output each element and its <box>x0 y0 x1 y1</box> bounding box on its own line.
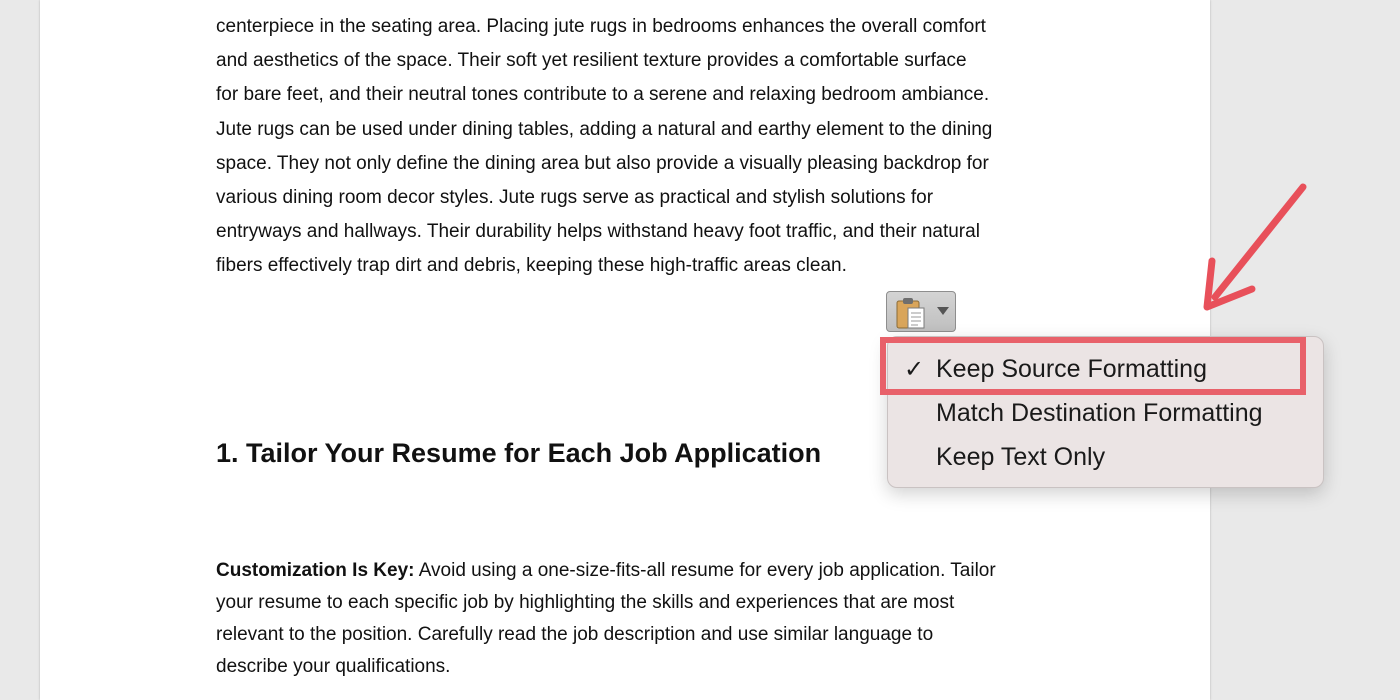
menu-item-label: Match Destination Formatting <box>936 399 1263 427</box>
clipboard-icon <box>896 298 925 329</box>
menu-item-keep-source-formatting[interactable]: ✓ Keep Source Formatting <box>888 349 1323 389</box>
menu-item-keep-text-only[interactable]: Keep Text Only <box>888 437 1323 477</box>
text-run: Avoid using a one-size-fits-all resume f… <box>414 560 996 581</box>
text-line: and aesthetics of the space. Their soft … <box>216 50 967 72</box>
menu-item-match-destination-formatting[interactable]: Match Destination Formatting <box>888 393 1323 433</box>
paste-options-menu: ✓ Keep Source Formatting Match Destinati… <box>887 336 1324 488</box>
menu-item-label: Keep Source Formatting <box>936 355 1207 383</box>
paragraph-customization: Customization Is Key: Avoid using a one-… <box>216 555 1056 683</box>
section-heading: 1. Tailor Your Resume for Each Job Appli… <box>216 438 822 468</box>
checkmark-icon: ✓ <box>904 356 925 383</box>
text-line: various dining room decor styles. Jute r… <box>216 186 934 208</box>
text-line: fibers effectively trap dirt and debris,… <box>216 255 847 277</box>
text-line: your resume to each specific job by high… <box>216 592 955 613</box>
bold-lead-text: Customization Is Key: <box>216 560 415 581</box>
text-line: centerpiece in the seating area. Placing… <box>216 16 986 37</box>
text-line: space. They not only define the dining a… <box>216 152 989 174</box>
text-line: Jute rugs can be used under dining table… <box>216 118 993 140</box>
text-line: relevant to the position. Carefully read… <box>216 624 934 645</box>
text-line: for bare feet, and their neutral tones c… <box>216 84 990 106</box>
menu-item-label: Keep Text Only <box>936 443 1106 471</box>
chevron-down-icon <box>937 307 949 315</box>
paragraph-jute-rugs: centerpiece in the seating area. Placing… <box>216 10 1056 284</box>
paste-options-button[interactable] <box>886 291 956 332</box>
text-line: Customization Is Key: Avoid using a one-… <box>216 555 1056 587</box>
text-line: entryways and hallways. Their durability… <box>216 221 980 243</box>
text-line: describe your qualifications. <box>216 656 451 677</box>
